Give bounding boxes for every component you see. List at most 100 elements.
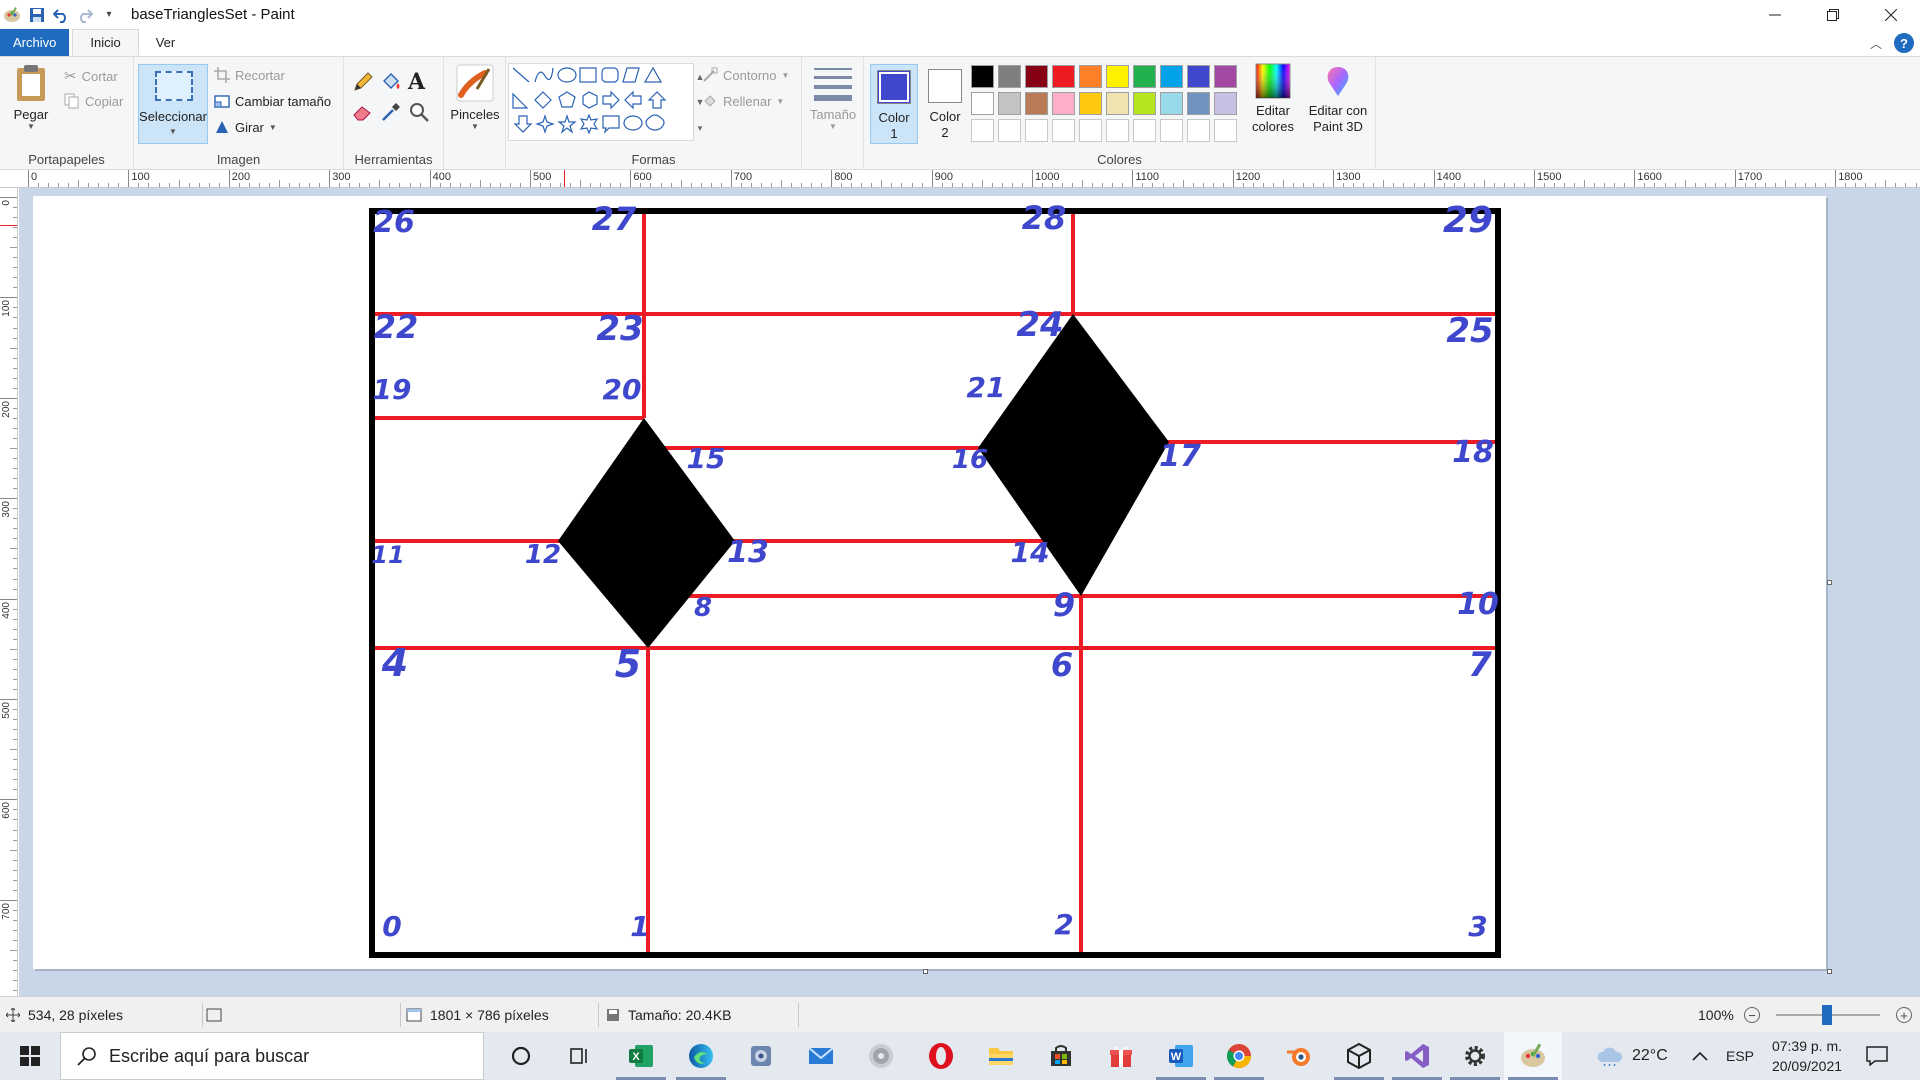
- tray-overflow-icon[interactable]: [1692, 1032, 1708, 1080]
- word-icon[interactable]: W: [1152, 1032, 1210, 1080]
- edit-paint3d-button[interactable]: Editar con Paint 3D: [1300, 63, 1376, 135]
- palette-swatch-empty[interactable]: [1160, 119, 1183, 142]
- resize-handle-corner[interactable]: [1827, 969, 1832, 974]
- palette-swatch[interactable]: [1025, 65, 1048, 88]
- palette-swatch[interactable]: [1160, 65, 1183, 88]
- visual-studio-icon[interactable]: [1388, 1032, 1446, 1080]
- palette-swatch[interactable]: [1025, 92, 1048, 115]
- palette-swatch[interactable]: [1079, 65, 1102, 88]
- fill-button[interactable]: Rellenar ▼: [702, 93, 784, 109]
- resize-button[interactable]: Cambiar tamaño: [214, 93, 331, 109]
- edit-colors-button[interactable]: Editar colores: [1243, 63, 1303, 135]
- settings-icon[interactable]: [1446, 1032, 1504, 1080]
- paste-button[interactable]: Pegar ▼: [10, 63, 52, 131]
- palette-swatch[interactable]: [1214, 65, 1237, 88]
- start-button[interactable]: [0, 1032, 60, 1080]
- unity-icon[interactable]: [1330, 1032, 1388, 1080]
- palette-swatch[interactable]: [1106, 92, 1129, 115]
- palette-swatch-empty[interactable]: [1133, 119, 1156, 142]
- select-button[interactable]: Seleccionar ▼: [138, 64, 208, 144]
- fill-bucket-icon[interactable]: [380, 71, 402, 96]
- resize-handle-right[interactable]: [1827, 580, 1832, 585]
- rotate-button[interactable]: Girar ▼: [214, 119, 277, 135]
- undo-icon[interactable]: [51, 5, 71, 25]
- store-icon[interactable]: [1032, 1032, 1090, 1080]
- color-picker-icon[interactable]: [380, 101, 402, 126]
- edge-icon[interactable]: [672, 1032, 730, 1080]
- palette-swatch-empty[interactable]: [1052, 119, 1075, 142]
- blender-icon[interactable]: [1270, 1032, 1328, 1080]
- app-icon[interactable]: [732, 1032, 790, 1080]
- chrome-icon[interactable]: [1210, 1032, 1268, 1080]
- customize-dropdown-icon[interactable]: ▾: [99, 5, 119, 25]
- palette-swatch-empty[interactable]: [998, 119, 1021, 142]
- palette-swatch-empty[interactable]: [1214, 119, 1237, 142]
- drawing-canvas[interactable]: 0 1 2 3 4 5 6 7 8 9 10 11 12 13 14 15 16 17 18 19 20 21 22 23 24…: [33, 196, 1826, 969]
- language-indicator[interactable]: ESP: [1726, 1032, 1754, 1080]
- minimize-button[interactable]: [1746, 0, 1804, 29]
- palette-swatch[interactable]: [1133, 65, 1156, 88]
- palette-swatch[interactable]: [971, 65, 994, 88]
- palette-swatch[interactable]: [1133, 92, 1156, 115]
- palette-swatch-empty[interactable]: [1025, 119, 1048, 142]
- zoom-slider-thumb[interactable]: [1822, 1005, 1832, 1025]
- paint-icon[interactable]: [1504, 1032, 1562, 1080]
- zoom-in-button[interactable]: +: [1896, 1007, 1912, 1023]
- title-bar: ▾ baseTrianglesSet - Paint: [0, 0, 1920, 29]
- cut-button[interactable]: ✂ Cortar: [64, 67, 118, 85]
- palette-swatch[interactable]: [971, 92, 994, 115]
- palette-swatch-empty[interactable]: [971, 119, 994, 142]
- paint-app-icon[interactable]: [3, 6, 21, 24]
- resize-handle-bottom[interactable]: [923, 969, 928, 974]
- notifications-icon[interactable]: [1866, 1032, 1888, 1080]
- weather-widget[interactable]: 22°C: [1596, 1032, 1668, 1080]
- cortana-icon[interactable]: [492, 1032, 550, 1080]
- palette-swatch[interactable]: [998, 65, 1021, 88]
- taskbar-search[interactable]: Escribe aquí para buscar: [60, 1032, 484, 1080]
- opera-icon[interactable]: [912, 1032, 970, 1080]
- eraser-icon[interactable]: [352, 101, 374, 126]
- palette-swatch-empty[interactable]: [1187, 119, 1210, 142]
- pencil-icon[interactable]: [352, 71, 374, 96]
- palette-swatch-empty[interactable]: [1079, 119, 1102, 142]
- close-button[interactable]: [1862, 0, 1920, 29]
- palette-swatch[interactable]: [1052, 65, 1075, 88]
- mail-icon[interactable]: [792, 1032, 850, 1080]
- copy-button[interactable]: Copiar: [64, 93, 123, 109]
- save-icon[interactable]: [27, 5, 47, 25]
- text-icon[interactable]: A: [408, 69, 425, 95]
- crop-button[interactable]: Recortar: [214, 67, 285, 83]
- tab-file[interactable]: Archivo: [0, 29, 70, 56]
- disk-icon: [607, 1009, 619, 1021]
- help-icon[interactable]: ?: [1894, 33, 1914, 53]
- tab-home[interactable]: Inicio: [72, 29, 139, 56]
- palette-swatch[interactable]: [1106, 65, 1129, 88]
- expand-icon[interactable]: ▾: [698, 123, 703, 134]
- chevron-down-icon: ▼: [471, 122, 479, 131]
- task-view-icon[interactable]: [550, 1032, 608, 1080]
- tab-view[interactable]: Ver: [139, 29, 193, 56]
- palette-swatch[interactable]: [1052, 92, 1075, 115]
- zoom-out-button[interactable]: −: [1744, 1007, 1760, 1023]
- excel-icon[interactable]: X: [612, 1032, 670, 1080]
- palette-swatch[interactable]: [1160, 92, 1183, 115]
- palette-swatch[interactable]: [1187, 65, 1210, 88]
- gift-icon[interactable]: [1092, 1032, 1150, 1080]
- palette-swatch[interactable]: [998, 92, 1021, 115]
- color1-button[interactable]: Color 1: [870, 64, 918, 144]
- size-button[interactable]: Tamaño ▼: [802, 65, 864, 131]
- magnifier-icon[interactable]: [408, 101, 430, 126]
- file-explorer-icon[interactable]: [972, 1032, 1030, 1080]
- clock[interactable]: 07:39 p. m. 20/09/2021: [1762, 1036, 1852, 1076]
- redo-icon[interactable]: [75, 5, 95, 25]
- outline-button[interactable]: Contorno ▼: [702, 67, 789, 83]
- palette-swatch[interactable]: [1187, 92, 1210, 115]
- collapse-ribbon-icon[interactable]: ︿: [1870, 35, 1882, 52]
- color2-button[interactable]: Color 2: [921, 64, 969, 144]
- palette-swatch[interactable]: [1079, 92, 1102, 115]
- media-icon[interactable]: [852, 1032, 910, 1080]
- palette-swatch[interactable]: [1214, 92, 1237, 115]
- brushes-button[interactable]: Pinceles ▼: [444, 63, 506, 131]
- restore-button[interactable]: [1804, 0, 1862, 29]
- palette-swatch-empty[interactable]: [1106, 119, 1129, 142]
